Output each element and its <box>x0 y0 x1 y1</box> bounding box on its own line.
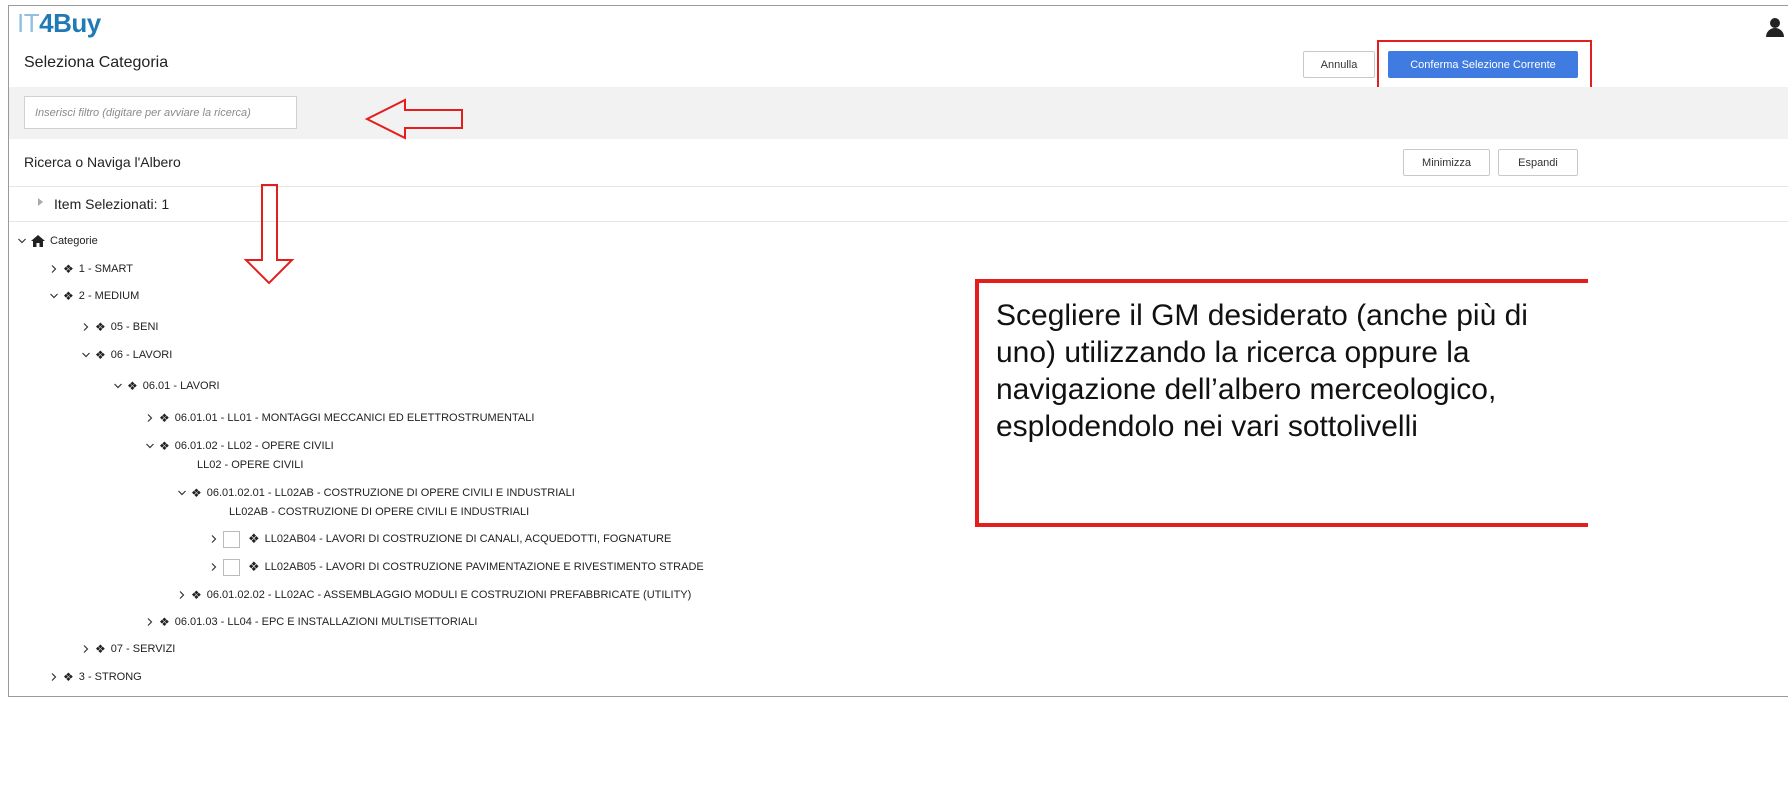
annotation-callout: Scegliere il GM desiderato (anche più di… <box>975 279 1588 527</box>
callout-text: Scegliere il GM desiderato (anche più di… <box>996 299 1528 443</box>
left-arrow-annotation <box>364 98 463 140</box>
down-arrow-annotation <box>243 184 295 285</box>
